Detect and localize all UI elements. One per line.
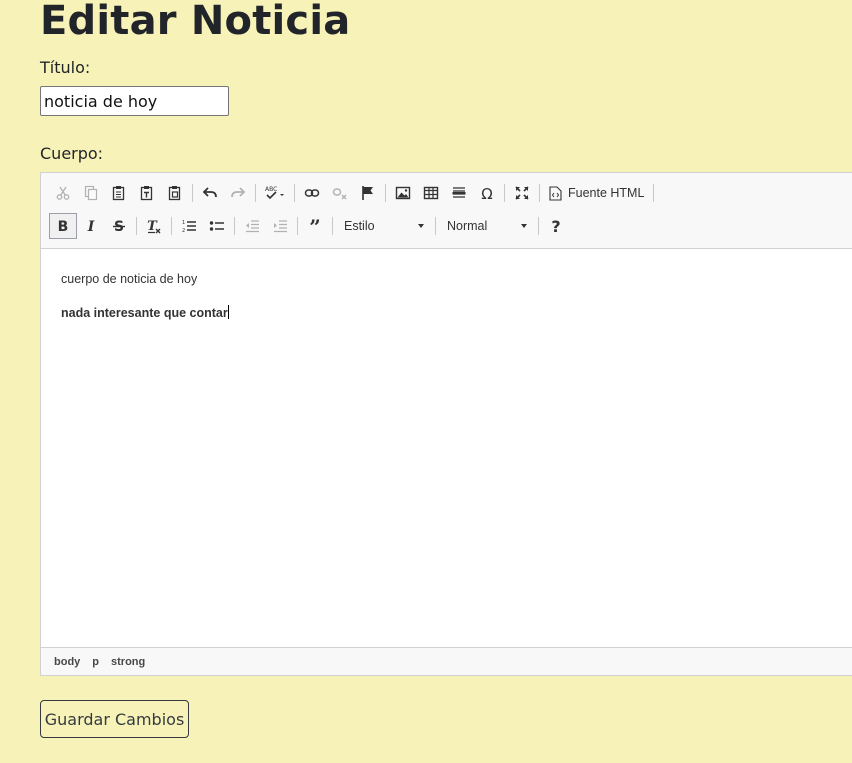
element-path-bar: body p strong xyxy=(41,647,852,675)
page-title: Editar Noticia xyxy=(40,0,351,44)
paste-text-icon[interactable] xyxy=(133,180,161,206)
toolbar-row-1: ABC Ω Fuente HTML xyxy=(49,179,657,207)
help-icon[interactable]: ? xyxy=(542,213,570,239)
svg-text:1: 1 xyxy=(182,220,185,226)
format-combo[interactable]: Normal xyxy=(439,214,535,238)
strike-icon[interactable]: S xyxy=(105,213,133,239)
blockquote-icon[interactable]: ” xyxy=(301,213,329,239)
source-icon xyxy=(549,185,562,201)
table-icon[interactable] xyxy=(417,180,445,206)
content-paragraph-2: nada interesante que contar xyxy=(61,305,229,321)
content-bold-text: nada interesante que contar xyxy=(61,306,228,320)
editor-toolbar: ABC Ω Fuente HTML B I S T 1 2 ” Estilo N… xyxy=(41,173,852,249)
redo-icon[interactable] xyxy=(224,180,252,206)
link-icon[interactable] xyxy=(298,180,326,206)
toolbar-separator xyxy=(385,184,386,202)
unlink-icon[interactable] xyxy=(326,180,354,206)
indent-icon[interactable] xyxy=(266,213,294,239)
spellcheck-icon[interactable]: ABC xyxy=(259,180,291,206)
toolbar-separator xyxy=(435,217,436,235)
paste-icon[interactable] xyxy=(105,180,133,206)
toolbar-separator xyxy=(255,184,256,202)
rich-text-editor: ABC Ω Fuente HTML B I S T 1 2 ” Estilo N… xyxy=(40,172,852,676)
toolbar-separator xyxy=(539,184,540,202)
toolbar-separator xyxy=(504,184,505,202)
svg-text:B: B xyxy=(58,219,69,234)
path-item-body[interactable]: body xyxy=(53,656,81,668)
maximize-icon[interactable] xyxy=(508,180,536,206)
cut-icon[interactable] xyxy=(49,180,77,206)
toolbar-separator xyxy=(136,217,137,235)
toolbar-separator xyxy=(294,184,295,202)
undo-icon[interactable] xyxy=(196,180,224,206)
copy-icon[interactable] xyxy=(77,180,105,206)
remove-format-icon[interactable]: T xyxy=(140,213,168,239)
horizontal-rule-icon[interactable] xyxy=(445,180,473,206)
path-item-p[interactable]: p xyxy=(91,656,100,668)
title-input[interactable] xyxy=(40,86,229,116)
path-item-strong[interactable]: strong xyxy=(110,656,146,668)
style-combo[interactable]: Estilo xyxy=(336,214,432,238)
body-label: Cuerpo: xyxy=(40,144,104,163)
text-cursor xyxy=(227,305,229,319)
toolbar-separator xyxy=(297,217,298,235)
chevron-down-icon xyxy=(521,224,527,228)
svg-text:”: ” xyxy=(309,218,321,234)
special-char-icon[interactable]: Ω xyxy=(473,180,501,206)
title-label: Título: xyxy=(40,58,91,77)
anchor-icon[interactable] xyxy=(354,180,382,206)
italic-icon[interactable]: I xyxy=(77,213,105,239)
style-combo-label: Estilo xyxy=(344,219,375,233)
toolbar-row-2: B I S T 12 ” Estilo Normal ? xyxy=(49,212,570,240)
bulleted-list-icon[interactable] xyxy=(203,213,231,239)
content-paragraph-1: cuerpo de noticia de hoy xyxy=(61,272,198,286)
paste-word-icon[interactable] xyxy=(161,180,189,206)
source-button[interactable]: Fuente HTML xyxy=(543,180,650,206)
bold-icon[interactable]: B xyxy=(49,213,77,239)
toolbar-separator xyxy=(234,217,235,235)
format-combo-label: Normal xyxy=(447,219,488,233)
toolbar-separator xyxy=(192,184,193,202)
outdent-icon[interactable] xyxy=(238,213,266,239)
svg-text:?: ? xyxy=(551,218,560,234)
toolbar-separator xyxy=(653,184,655,202)
svg-text:I: I xyxy=(87,219,95,234)
source-button-label: Fuente HTML xyxy=(568,186,645,200)
editor-content[interactable]: cuerpo de noticia de hoy nada interesant… xyxy=(61,271,229,339)
numbered-list-icon[interactable]: 12 xyxy=(175,213,203,239)
svg-text:2: 2 xyxy=(182,228,185,234)
toolbar-separator xyxy=(538,217,539,235)
image-icon[interactable] xyxy=(389,180,417,206)
save-button[interactable]: Guardar Cambios xyxy=(40,700,189,738)
svg-text:Ω: Ω xyxy=(481,185,492,201)
toolbar-separator xyxy=(171,217,172,235)
toolbar-separator xyxy=(332,217,333,235)
chevron-down-icon xyxy=(418,224,424,228)
